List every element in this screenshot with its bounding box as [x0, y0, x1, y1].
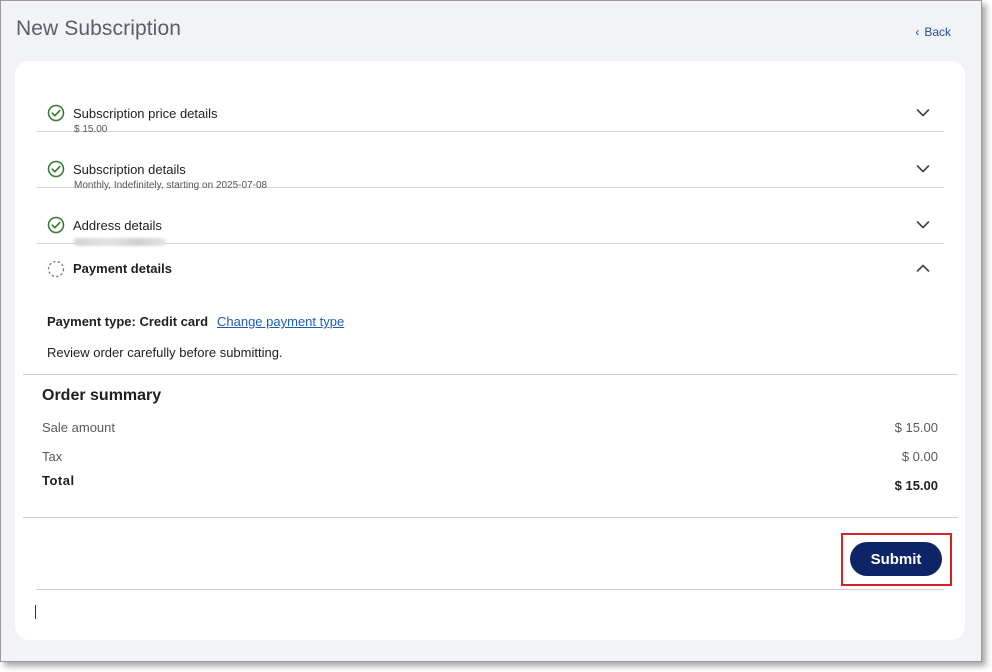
section-title: Subscription details [73, 162, 186, 177]
chevron-down-icon[interactable] [916, 164, 930, 174]
chevron-down-icon[interactable] [916, 220, 930, 230]
tax-label: Tax [42, 449, 63, 464]
text-cursor [35, 605, 36, 619]
chevron-up-icon[interactable] [916, 263, 930, 273]
divider [23, 374, 958, 375]
divider [23, 517, 958, 518]
check-circle-icon [47, 104, 65, 122]
sale-amount-label: Sale amount [42, 420, 115, 435]
divider [36, 589, 944, 590]
section-address-details[interactable]: Address details [36, 188, 944, 246]
sale-amount-value: $ 15.00 [894, 420, 938, 435]
review-note: Review order carefully before submitting… [47, 345, 283, 360]
tax-value: $ 0.00 [901, 449, 938, 464]
back-link[interactable]: ‹ Back [915, 25, 951, 39]
back-link-label: Back [924, 25, 951, 39]
section-title: Payment details [73, 261, 172, 276]
total-value: $ 15.00 [894, 478, 938, 493]
app-window: New Subscription ‹ Back Subscription pri… [0, 0, 982, 662]
section-title: Address details [73, 218, 162, 233]
section-title: Subscription price details [73, 106, 218, 121]
total-label: Total [42, 473, 75, 488]
subscription-card: Subscription price details $ 15.00 Subsc… [15, 61, 965, 640]
check-circle-icon [47, 160, 65, 178]
change-payment-type-link[interactable]: Change payment type [217, 314, 344, 329]
page-title: New Subscription [16, 17, 182, 40]
dashed-circle-icon [47, 260, 65, 278]
payment-type-label: Payment type: Credit card [47, 314, 209, 329]
section-subscription-details[interactable]: Subscription details Monthly, Indefinite… [36, 132, 944, 191]
check-circle-icon [47, 216, 65, 234]
order-summary-title: Order summary [42, 387, 162, 404]
section-subscription-price[interactable]: Subscription price details $ 15.00 [36, 76, 944, 135]
chevron-left-icon: ‹ [915, 25, 920, 39]
submit-button[interactable]: Submit [850, 542, 942, 576]
section-payment-details[interactable]: Payment details [36, 244, 944, 304]
chevron-down-icon[interactable] [916, 108, 930, 118]
